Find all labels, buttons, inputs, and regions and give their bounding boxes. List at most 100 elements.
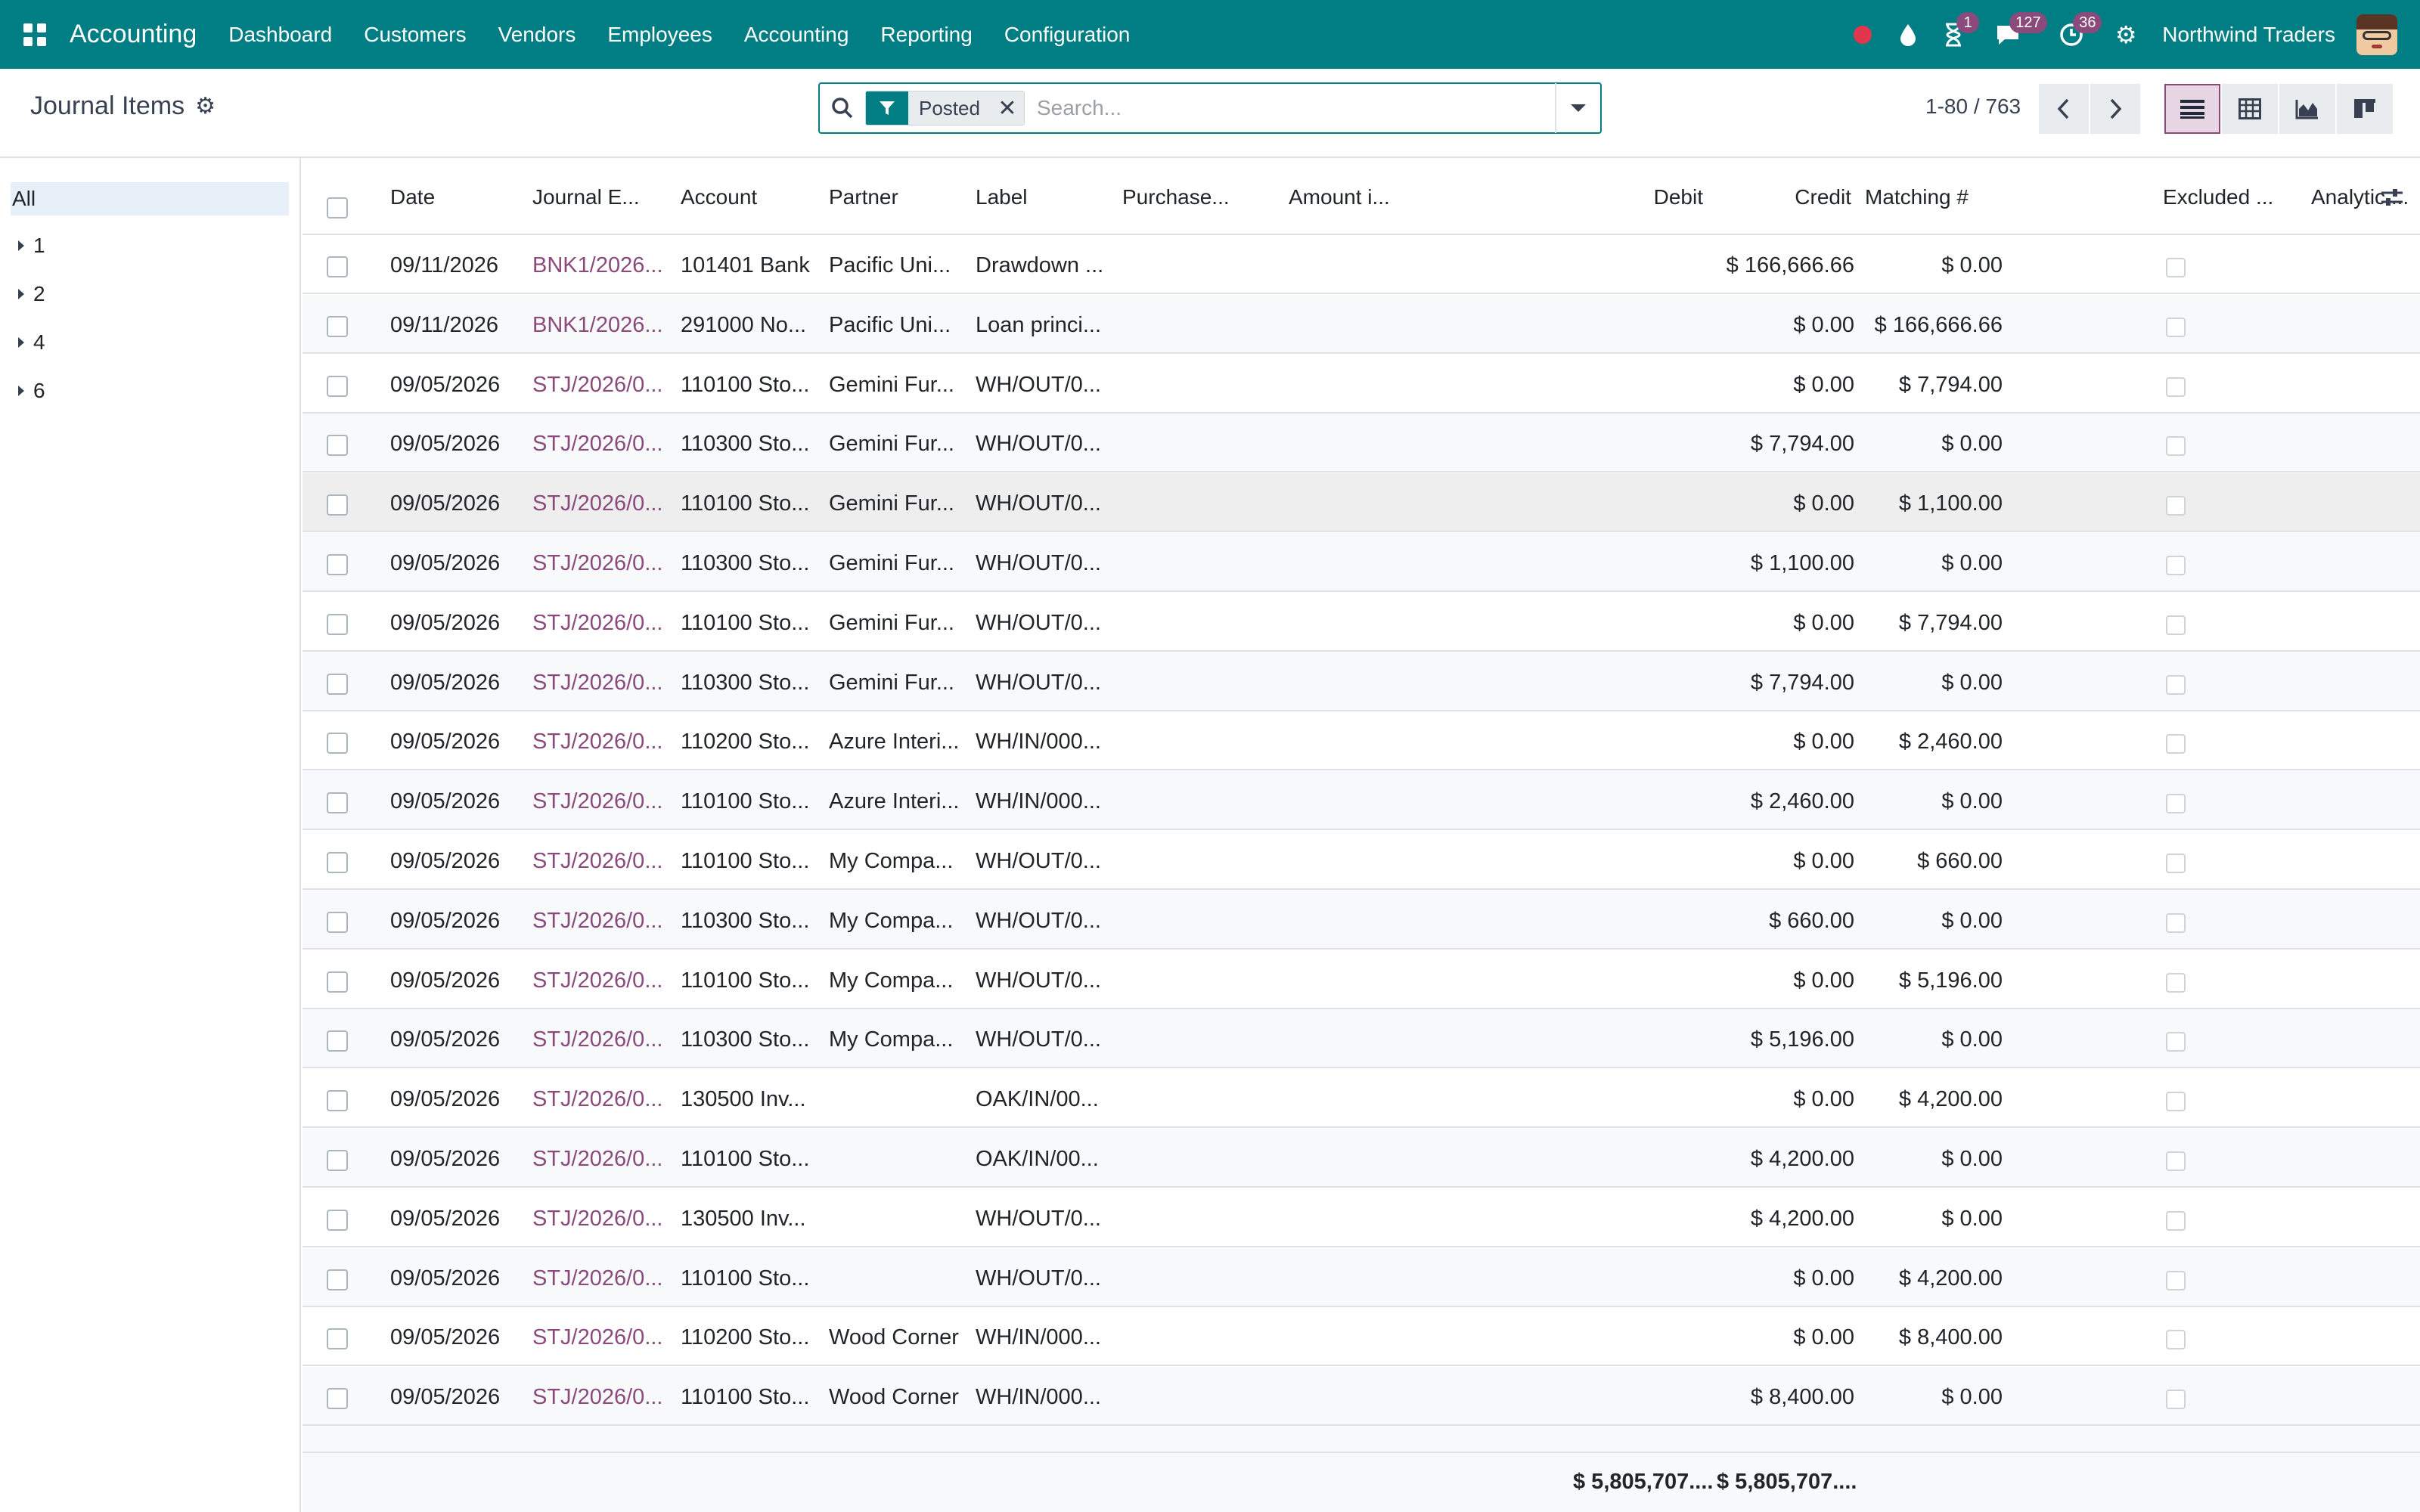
column-amount-currency[interactable]: Amount i... (1289, 185, 1425, 209)
cell-journal-entry[interactable]: STJ/2026/0... (532, 1325, 669, 1350)
cell-journal-entry[interactable]: STJ/2026/0... (532, 432, 669, 457)
column-debit[interactable]: Debit (1588, 185, 1703, 209)
column-partner[interactable]: Partner (829, 185, 965, 209)
cell-journal-entry[interactable]: BNK1/2026... (532, 253, 669, 278)
view-pivot-button[interactable] (2222, 84, 2278, 134)
cell-journal-entry[interactable]: STJ/2026/0... (532, 611, 669, 636)
row-checkbox[interactable] (327, 315, 348, 337)
table-row[interactable]: 09/05/2026 STJ/2026/0... 110100 Sto... Gemi… (302, 473, 2420, 533)
cell-journal-entry[interactable]: STJ/2026/0... (532, 373, 669, 398)
table-row[interactable]: 09/05/2026 STJ/2026/0... 110200 Sto... Azur… (302, 711, 2420, 771)
row-checkbox[interactable] (327, 554, 348, 575)
table-row[interactable]: 09/05/2026 STJ/2026/0... 110300 Sto... My C… (302, 1009, 2420, 1069)
row-checkbox[interactable] (327, 1328, 348, 1350)
row-checkbox[interactable] (327, 613, 348, 635)
cell-journal-entry[interactable]: STJ/2026/0... (532, 1385, 669, 1410)
view-graph-button[interactable] (2279, 84, 2335, 134)
row-checkbox[interactable] (327, 256, 348, 277)
activities-button[interactable]: 1 (1931, 0, 1980, 69)
row-checkbox[interactable] (327, 1388, 348, 1410)
cell-journal-entry[interactable]: STJ/2026/0... (532, 968, 669, 993)
column-account[interactable]: Account (681, 185, 817, 209)
sidebar-item-group[interactable]: 4 (0, 318, 299, 367)
table-row[interactable]: 09/05/2026 STJ/2026/0... 110100 Sto... Gemi… (302, 592, 2420, 652)
search-options-toggle[interactable] (1555, 83, 1600, 133)
table-row[interactable]: 09/05/2026 STJ/2026/0... 110300 Sto... Gemi… (302, 652, 2420, 711)
menu-employees[interactable]: Employees (607, 23, 712, 47)
cell-journal-entry[interactable]: STJ/2026/0... (532, 730, 669, 754)
menu-reporting[interactable]: Reporting (880, 23, 972, 47)
row-checkbox[interactable] (327, 971, 348, 993)
gear-icon[interactable]: ⚙ (195, 93, 216, 119)
close-icon[interactable]: ✕ (990, 91, 1024, 125)
cell-journal-entry[interactable]: BNK1/2026... (532, 313, 669, 338)
select-all-checkbox[interactable] (327, 197, 348, 218)
cell-journal-entry[interactable]: STJ/2026/0... (532, 551, 669, 576)
table-row[interactable]: 09/05/2026 STJ/2026/0... 110100 Sto... Wood… (302, 1367, 2420, 1427)
table-row[interactable]: 09/05/2026 STJ/2026/0... 110100 Sto... Azur… (302, 771, 2420, 831)
row-checkbox[interactable] (327, 792, 348, 814)
menu-vendors[interactable]: Vendors (498, 23, 576, 47)
table-row[interactable]: 09/05/2026 STJ/2026/0... 130500 Inv... WH/O… (302, 1188, 2420, 1247)
cell-journal-entry[interactable]: STJ/2026/0... (532, 671, 669, 696)
optional-columns-icon[interactable] (2381, 187, 2403, 212)
column-excluded[interactable]: Excluded ... (2163, 185, 2299, 209)
view-list-button[interactable] (2164, 84, 2220, 134)
row-checkbox[interactable] (327, 1150, 348, 1171)
timesheets-button[interactable]: 36 (2040, 0, 2103, 69)
droplet-button[interactable] (1885, 0, 1931, 69)
table-row[interactable]: 09/05/2026 STJ/2026/0... 110300 Sto... My C… (302, 890, 2420, 950)
table-row[interactable]: 09/05/2026 STJ/2026/0... 110100 Sto... OAK/… (302, 1129, 2420, 1188)
menu-configuration[interactable]: Configuration (1004, 23, 1131, 47)
app-brand[interactable]: Accounting (70, 20, 197, 49)
sidebar-item-all[interactable]: All (11, 182, 289, 215)
column-date[interactable]: Date (390, 185, 519, 209)
row-checkbox[interactable] (327, 1209, 348, 1231)
cell-journal-entry[interactable]: STJ/2026/0... (532, 909, 669, 934)
pager-value[interactable]: 1-80 / 763 (1925, 94, 2021, 119)
row-checkbox[interactable] (327, 1030, 348, 1052)
table-row[interactable]: 09/11/2026 BNK1/2026... 291000 No... Pacifi… (302, 294, 2420, 354)
row-checkbox[interactable] (327, 733, 348, 754)
cell-journal-entry[interactable]: STJ/2026/0... (532, 789, 669, 814)
user-avatar[interactable] (2356, 14, 2397, 55)
row-checkbox[interactable] (327, 852, 348, 873)
cell-journal-entry[interactable]: STJ/2026/0... (532, 491, 669, 516)
table-row[interactable]: 09/05/2026 STJ/2026/0... 110100 Sto... WH/O… (302, 1247, 2420, 1307)
record-button[interactable] (1840, 0, 1885, 69)
row-checkbox[interactable] (327, 494, 348, 516)
table-row[interactable]: 09/05/2026 STJ/2026/0... 110300 Sto... Gemi… (302, 414, 2420, 473)
messages-button[interactable]: 127 (1976, 0, 2047, 69)
search-input[interactable] (1024, 85, 1555, 131)
column-analytic[interactable]: Analytic ... (2311, 185, 2420, 209)
row-checkbox[interactable] (327, 435, 348, 457)
row-checkbox[interactable] (327, 673, 348, 695)
cell-journal-entry[interactable]: STJ/2026/0... (532, 1087, 669, 1112)
cell-journal-entry[interactable]: STJ/2026/0... (532, 1266, 669, 1291)
table-row[interactable]: 09/05/2026 STJ/2026/0... 110200 Sto... Wood… (302, 1307, 2420, 1367)
cell-journal-entry[interactable]: STJ/2026/0... (532, 1027, 669, 1052)
row-checkbox[interactable] (327, 375, 348, 397)
row-checkbox[interactable] (327, 1269, 348, 1290)
view-kanban-button[interactable] (2337, 84, 2393, 134)
pager-next-button[interactable] (2090, 84, 2140, 134)
table-row[interactable]: 09/05/2026 STJ/2026/0... 110100 Sto... My C… (302, 831, 2420, 890)
settings-button[interactable]: ⚙ (2103, 0, 2149, 69)
app-menu-button[interactable] (0, 0, 70, 69)
sidebar-item-group[interactable]: 2 (0, 270, 299, 318)
menu-dashboard[interactable]: Dashboard (228, 23, 332, 47)
menu-customers[interactable]: Customers (364, 23, 466, 47)
search-icon[interactable] (820, 97, 865, 119)
column-journal-entry[interactable]: Journal E... (532, 185, 669, 209)
table-row[interactable]: 09/11/2026 BNK1/2026... 101401 Bank Pacific… (302, 235, 2420, 294)
row-checkbox[interactable] (327, 1090, 348, 1112)
sidebar-item-group[interactable]: 6 (0, 367, 299, 415)
table-row[interactable]: 09/05/2026 STJ/2026/0... 110100 Sto... My C… (302, 950, 2420, 1009)
table-row[interactable]: 09/05/2026 STJ/2026/0... 130500 Inv... OAK/… (302, 1069, 2420, 1129)
column-matching[interactable]: Matching # (1865, 185, 2016, 209)
cell-journal-entry[interactable]: STJ/2026/0... (532, 1147, 669, 1172)
column-purchase[interactable]: Purchase... (1122, 185, 1274, 209)
sidebar-item-group[interactable]: 1 (0, 222, 299, 270)
cell-journal-entry[interactable]: STJ/2026/0... (532, 849, 669, 874)
company-switcher[interactable]: Northwind Traders (2162, 23, 2335, 47)
